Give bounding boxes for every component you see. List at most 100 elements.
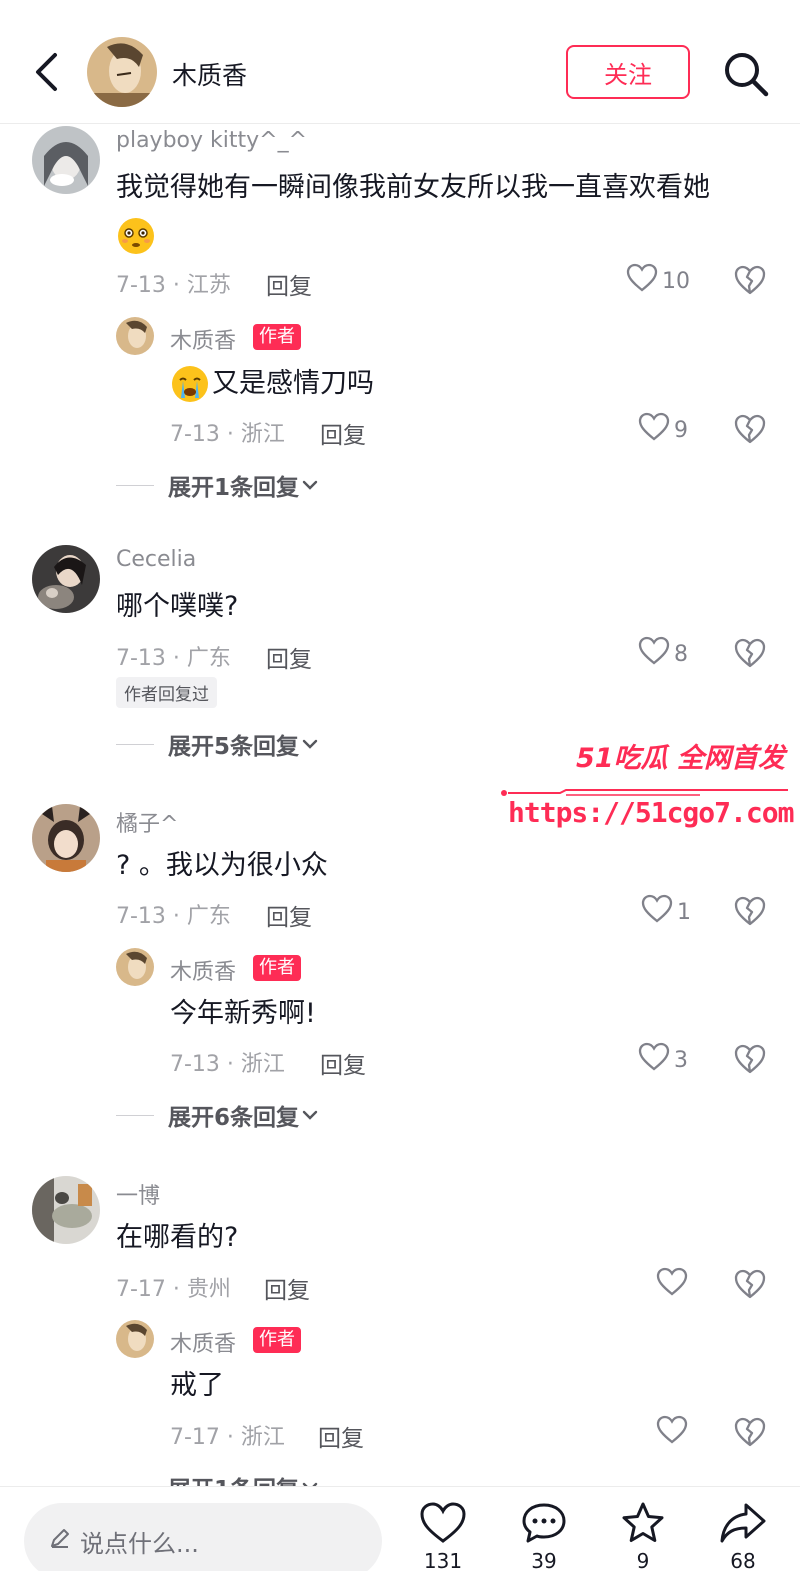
commenter-avatar[interactable] [32,1176,100,1244]
share-button[interactable]: 68 [713,1501,773,1571]
expand-replies-button[interactable]: 展开5条回复 [116,727,321,761]
commenter-avatar[interactable] [32,545,100,613]
author-badge: 作者 [253,955,301,981]
author-badge: 作者 [253,324,301,350]
like-count: 1 [677,899,691,925]
reply-date-location: 7-17 · 浙江 [170,1425,285,1450]
reply-button[interactable]: 回复 [266,898,312,932]
favorite-count: 9 [636,1549,650,1571]
reply-button[interactable]: 回复 [318,1419,364,1453]
divider-line [116,743,154,745]
comment-text: 哪个噗噗? [116,591,239,622]
expand-label: 展开1条回复 [168,475,300,501]
comment-button[interactable]: 39 [514,1501,574,1571]
heart-icon [638,1042,670,1078]
like-count: 10 [662,268,690,294]
reply-button[interactable]: 回复 [266,640,312,674]
author-avatar-small[interactable] [116,948,154,986]
comment-text: 我觉得她有一瞬间像我前女友所以我一直喜欢看她 [116,172,710,203]
reply-button[interactable]: 回复 [266,267,312,301]
like-button[interactable]: 1 [641,894,691,930]
like-count: 131 [423,1549,463,1571]
favorite-button[interactable]: 9 [613,1501,673,1571]
top-bar: 木质香 关注 [0,0,800,124]
author-badge: 作者 [253,1327,301,1353]
heart-icon [419,1501,467,1549]
comment-bubble-icon [520,1501,568,1549]
author-avatar-small[interactable] [116,317,154,355]
like-video-button[interactable]: 131 [413,1501,473,1571]
like-button[interactable]: 9 [638,412,688,448]
heart-icon [656,1267,688,1303]
like-count: 8 [674,641,688,667]
share-arrow-icon [718,1501,768,1549]
broken-heart-icon[interactable] [733,264,767,298]
reply-button[interactable]: 回复 [320,1046,366,1080]
broken-heart-icon[interactable] [733,1043,767,1077]
author-avatar[interactable] [87,37,157,107]
chevron-down-icon [299,1474,321,1486]
comment-date-location: 7-13 · 广东 [116,904,231,929]
divider-line [116,484,154,486]
author-name[interactable]: 木质香 [172,56,247,92]
expand-replies-button[interactable]: 展开6条回复 [116,1098,321,1132]
flushed-face-emoji-icon [116,216,156,260]
like-count: 9 [674,417,688,443]
reply-author-name[interactable]: 木质香 [170,323,236,355]
comment-date-location: 7-13 · 江苏 [116,273,231,298]
comment-input[interactable]: 说点什么... [24,1503,382,1571]
commenter-name[interactable]: Cecelia [116,547,196,572]
reply-author-name[interactable]: 木质香 [170,954,236,986]
expand-replies-button[interactable]: 展开1条回复 [116,468,321,502]
search-icon[interactable] [720,48,772,100]
reply-author-name[interactable]: 木质香 [170,1326,236,1358]
chevron-down-icon [299,472,321,498]
like-button[interactable]: 3 [638,1042,688,1078]
reply-date-location: 7-13 · 浙江 [170,422,285,447]
reply-date-location: 7-13 · 浙江 [170,1052,285,1077]
commenter-avatar[interactable] [32,126,100,194]
reply-button[interactable]: 回复 [264,1271,310,1305]
like-button[interactable] [656,1415,692,1451]
crying-face-emoji-icon [170,364,210,408]
expand-label: 展开5条回复 [168,734,300,760]
like-button[interactable]: 10 [626,263,690,299]
broken-heart-icon[interactable] [733,1416,767,1450]
comment-text: ? 。我以为很小众 [116,850,328,881]
commenter-name[interactable]: 橘子^ [116,806,178,838]
comment-count: 39 [531,1549,557,1571]
author-replied-tag: 作者回复过 [116,677,217,708]
broken-heart-icon[interactable] [733,637,767,671]
watermark-divider [500,782,790,796]
pencil-icon [48,1526,80,1556]
broken-heart-icon[interactable] [733,895,767,929]
comment-date-location: 7-13 · 广东 [116,646,231,671]
back-arrow-icon[interactable] [28,50,64,94]
expand-label: 展开1条回复 [168,1470,299,1486]
reply-text: 戒了 [170,1370,224,1401]
watermark-title: 51吃瓜 全网首发 [576,743,785,774]
heart-icon [626,263,658,299]
commenter-avatar[interactable] [32,804,100,872]
expand-label: 展开6条回复 [168,1105,300,1131]
author-avatar-small[interactable] [116,1320,154,1358]
watermark-url: https://51cgo7.com [508,796,794,829]
chevron-down-icon [299,731,321,757]
comment-date-location: 7-17 · 贵州 [116,1277,231,1302]
chevron-down-icon [299,1102,321,1128]
broken-heart-icon[interactable] [733,413,767,447]
expand-replies-button[interactable]: 展开1条回复 [116,1470,321,1486]
reply-button[interactable]: 回复 [320,416,366,450]
comment-text: 在哪看的? [116,1222,239,1253]
reply-text: 又是感情刀吗 [212,368,374,399]
like-button[interactable]: 8 [638,636,688,672]
commenter-name[interactable]: 一博 [116,1178,160,1210]
share-count: 68 [730,1549,756,1571]
heart-icon [638,636,670,672]
commenter-name[interactable]: playboy kitty^_^ [116,128,307,153]
heart-icon [656,1415,688,1451]
bottom-action-bar: 说点什么... 131 39 9 68 [0,1486,800,1571]
like-button[interactable] [656,1267,692,1303]
follow-button[interactable]: 关注 [566,45,690,99]
broken-heart-icon[interactable] [733,1268,767,1302]
